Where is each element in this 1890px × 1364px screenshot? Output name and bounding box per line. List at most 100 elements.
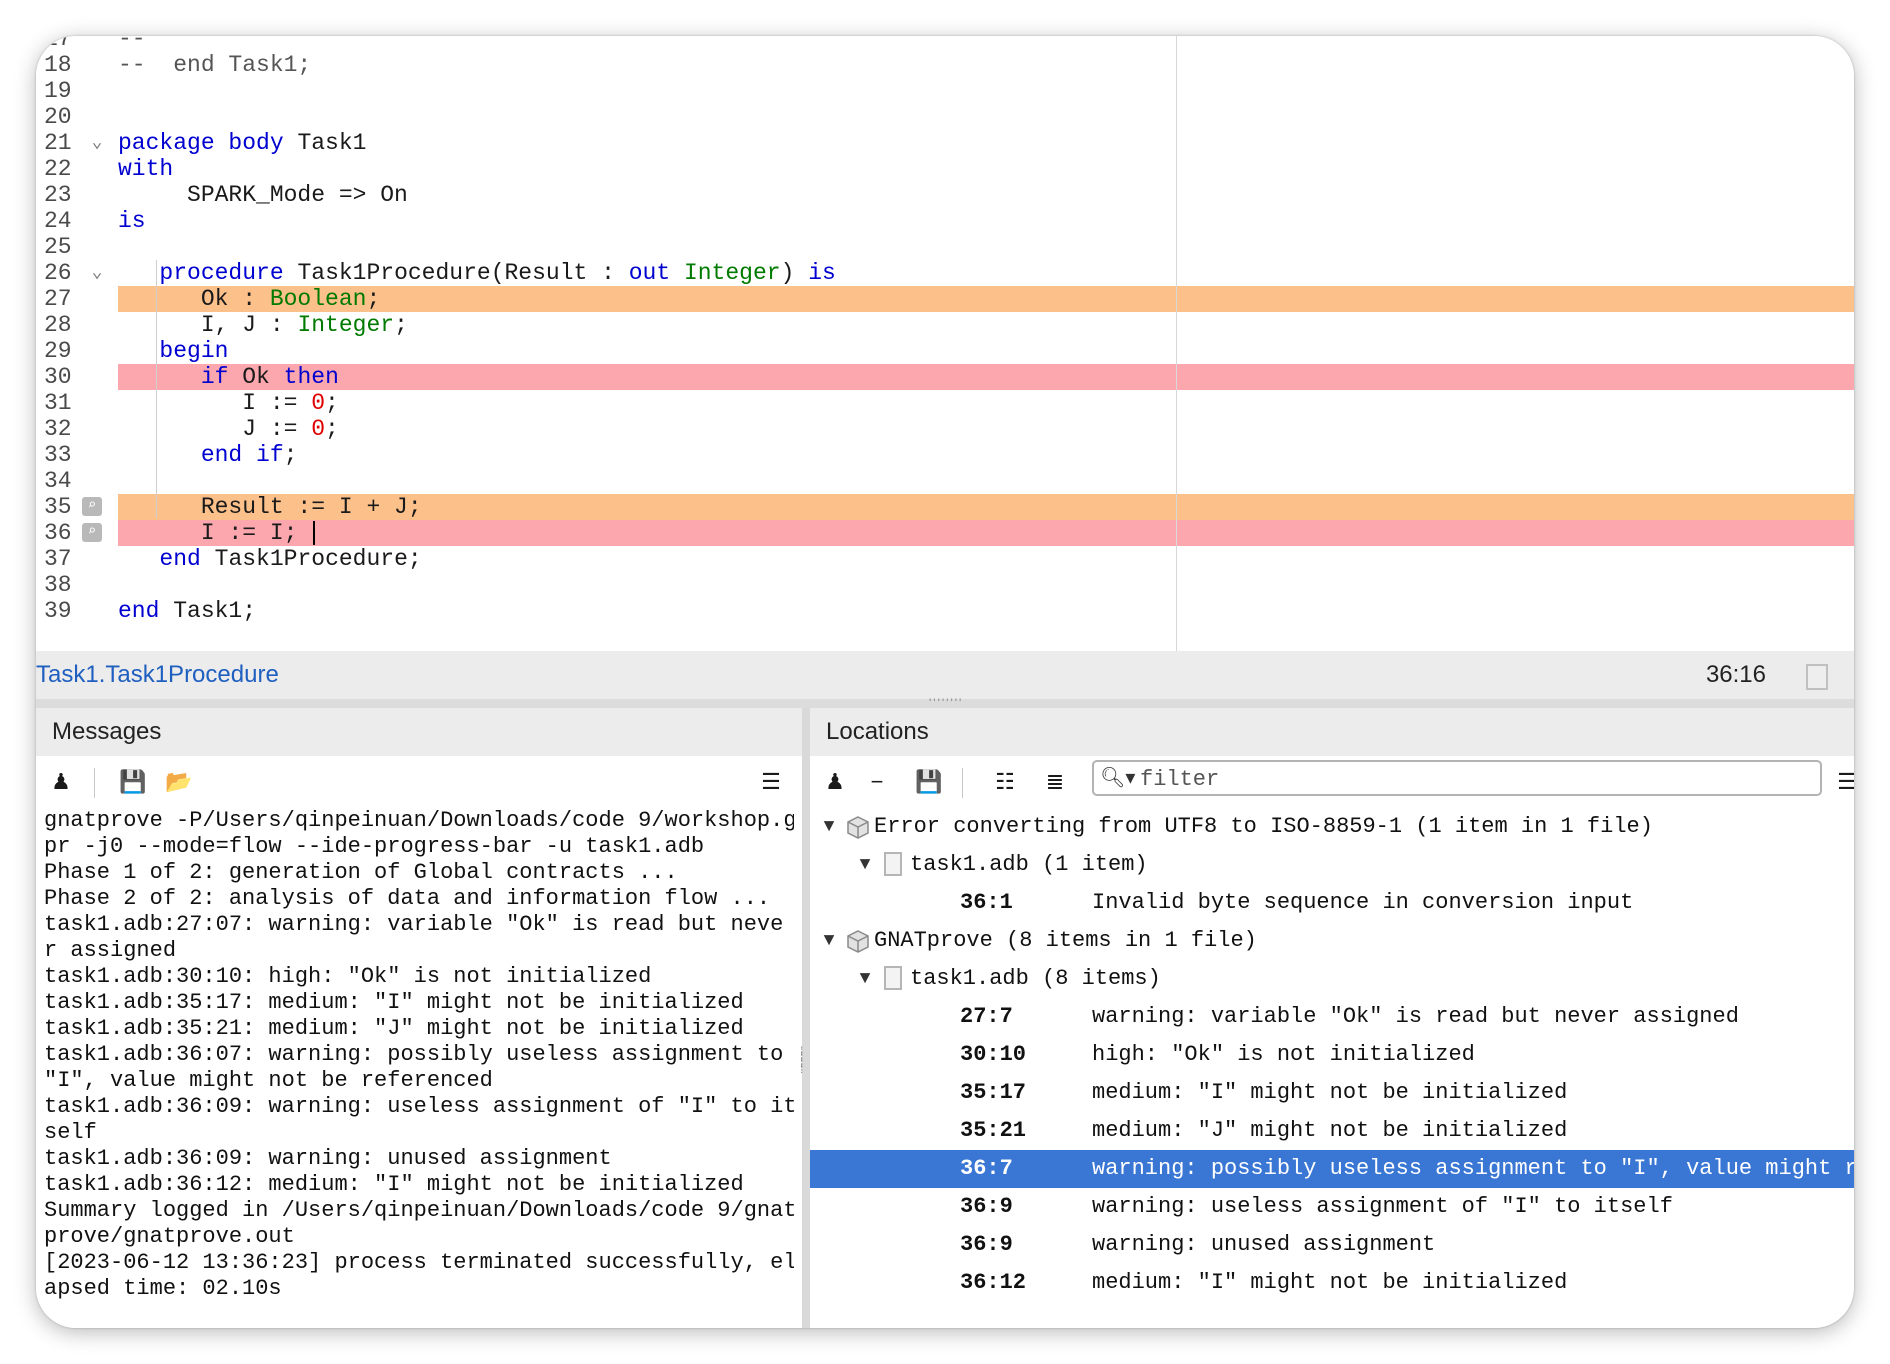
expand-triangle-icon[interactable]: ▼ — [818, 922, 840, 960]
code-line[interactable]: 38 — [36, 572, 1854, 598]
message-line[interactable]: self — [36, 1120, 794, 1146]
message-line[interactable]: task1.adb:36:09: warning: unused assignm… — [36, 1146, 794, 1172]
messages-toolbar: ♟ 💾 📂 ☰ — [36, 756, 802, 808]
location-message: Invalid byte sequence in conversion inpu… — [1092, 890, 1634, 915]
remove-icon[interactable]: − — [862, 768, 892, 796]
vertical-splitter[interactable]: ⁞ ⁞ ⁞ ⁞ — [800, 708, 810, 1328]
code-line[interactable]: 19 — [36, 78, 1854, 104]
menu-icon[interactable]: ☰ — [1832, 768, 1854, 796]
message-line[interactable]: gnatprove -P/Users/qinpeinuan/Downloads/… — [36, 808, 794, 834]
code-line[interactable]: 34 — [36, 468, 1854, 494]
code-line[interactable]: 36 ⌕ I := I; — [36, 520, 1854, 546]
message-line[interactable]: task1.adb:30:10: high: "Ok" is not initi… — [36, 964, 794, 990]
expand-triangle-icon[interactable]: ▼ — [818, 808, 840, 846]
code-line[interactable]: 35 ⌕ Result := I + J; — [36, 494, 1854, 520]
message-line[interactable]: r assigned — [36, 938, 794, 964]
message-line[interactable]: apsed time: 02.10s — [36, 1276, 794, 1302]
locations-panel-header: Locations — [810, 708, 1854, 756]
line-number: 38 — [44, 572, 72, 598]
message-line[interactable]: "I", value might not be referenced — [36, 1068, 794, 1094]
messages-output[interactable]: gnatprove -P/Users/qinpeinuan/Downloads/… — [36, 808, 794, 1328]
location-item[interactable]: 30:10 high: "Ok" is not initialized — [810, 1036, 1854, 1074]
fold-chevron-icon[interactable]: ⌄ — [84, 130, 110, 156]
location-item[interactable]: 36:1 Invalid byte sequence in conversion … — [810, 884, 1854, 922]
category-row[interactable]: ▼ GNATprove (8 items in 1 file) — [810, 922, 1854, 960]
category-row[interactable]: ▼ Error converting from UTF8 to ISO-8859-… — [810, 808, 1854, 846]
code-text: begin — [159, 338, 229, 364]
gutter-info-icon[interactable]: ⌕ — [82, 497, 102, 516]
expand-all-icon[interactable]: ☷ — [990, 768, 1020, 796]
clear-broom-icon[interactable]: ♟ — [820, 768, 850, 796]
code-text: if Ok then — [200, 364, 339, 390]
line-number: 28 — [44, 312, 72, 338]
location-item[interactable]: 36:9 warning: useless assignment of "I" t… — [810, 1188, 1854, 1226]
message-line[interactable]: prove/gnatprove.out — [36, 1224, 794, 1250]
code-line[interactable]: 39 end Task1; — [36, 598, 1854, 624]
expand-triangle-icon[interactable]: ▼ — [854, 846, 876, 884]
message-line[interactable]: [2023-06-12 13:36:23] process terminated… — [36, 1250, 794, 1276]
code-line[interactable]: 21 ⌄ package body Task1 — [36, 130, 1854, 156]
document-icon[interactable] — [1806, 664, 1828, 690]
gutter-info-icon[interactable]: ⌕ — [82, 523, 102, 542]
message-line[interactable]: Phase 1 of 2: generation of Global contr… — [36, 860, 794, 886]
message-line[interactable]: Phase 2 of 2: analysis of data and infor… — [36, 886, 794, 912]
open-folder-icon[interactable]: 📂 — [164, 768, 194, 796]
filter-input[interactable] — [1138, 764, 1812, 794]
code-text: end if; — [200, 442, 298, 468]
file-row[interactable]: ▼ task1.adb (8 items) — [810, 960, 1854, 998]
message-line[interactable]: task1.adb:35:21: medium: "J" might not b… — [36, 1016, 794, 1042]
line-number: 34 — [44, 468, 72, 494]
category-label: GNATprove (8 items in 1 file) — [874, 928, 1257, 953]
code-text: -- — [118, 36, 146, 52]
messages-title: Messages — [52, 718, 162, 745]
code-line[interactable]: 22 with — [36, 156, 1854, 182]
message-line[interactable]: task1.adb:35:17: medium: "I" might not b… — [36, 990, 794, 1016]
message-line[interactable]: pr -j0 --mode=flow --ide-progress-bar -u… — [36, 834, 794, 860]
code-line[interactable]: 28 I, J : Integer; — [36, 312, 1854, 338]
code-line[interactable]: 29 begin — [36, 338, 1854, 364]
location-item[interactable]: 36:12 medium: "I" might not be initialize… — [810, 1264, 1854, 1302]
save-icon[interactable]: 💾 — [914, 768, 944, 796]
location-item[interactable]: 27:7 warning: variable "Ok" is read but n… — [810, 998, 1854, 1036]
filter-field[interactable]: 🔍︎▾ — [1092, 760, 1822, 796]
code-line[interactable]: 24 is — [36, 208, 1854, 234]
location-item[interactable]: 35:17 medium: "I" might not be initialize… — [810, 1074, 1854, 1112]
menu-icon[interactable]: ☰ — [756, 768, 786, 796]
code-line[interactable]: 23 SPARK_Mode => On — [36, 182, 1854, 208]
code-line[interactable]: 17 -- — [36, 36, 1854, 52]
message-line[interactable]: task1.adb:36:12: medium: "I" might not b… — [36, 1172, 794, 1198]
location-message: high: "Ok" is not initialized — [1092, 1042, 1475, 1067]
code-line[interactable]: 20 — [36, 104, 1854, 130]
expand-triangle-icon[interactable]: ▼ — [854, 960, 876, 998]
location-item[interactable]: 36:7 warning: possibly useless assignment… — [810, 1150, 1854, 1188]
code-line[interactable]: 18 -- end Task1; — [36, 52, 1854, 78]
line-number: 25 — [44, 234, 72, 260]
code-line[interactable]: 25 — [36, 234, 1854, 260]
fold-chevron-icon[interactable]: ⌄ — [84, 260, 110, 286]
line-number: 24 — [44, 208, 72, 234]
category-box-icon — [846, 929, 870, 953]
collapse-all-icon[interactable]: ≣ — [1040, 768, 1070, 796]
code-line[interactable]: 33 end if; — [36, 442, 1854, 468]
location-item[interactable]: 35:21 medium: "J" might not be initialize… — [810, 1112, 1854, 1150]
horizontal-splitter[interactable]: '''''''' — [36, 697, 1854, 709]
code-line[interactable]: 26 ⌄ procedure Task1Procedure(Result : ou… — [36, 260, 1854, 286]
locations-tree[interactable]: ▼ Error converting from UTF8 to ISO-8859-… — [810, 808, 1854, 1328]
clear-broom-icon[interactable]: ♟ — [46, 768, 76, 796]
line-number: 29 — [44, 338, 72, 364]
location-coordinate: 36:12 — [960, 1270, 1027, 1295]
code-line[interactable]: 37 end Task1Procedure; — [36, 546, 1854, 572]
breadcrumb[interactable]: Task1.Task1Procedure — [36, 651, 279, 699]
message-line[interactable]: task1.adb:36:07: warning: possibly usele… — [36, 1042, 794, 1068]
code-line[interactable]: 32 J := 0; — [36, 416, 1854, 442]
message-line[interactable]: task1.adb:36:09: warning: useless assign… — [36, 1094, 794, 1120]
message-line[interactable]: task1.adb:27:07: warning: variable "Ok" … — [36, 912, 794, 938]
save-icon[interactable]: 💾 — [118, 768, 148, 796]
file-row[interactable]: ▼ task1.adb (1 item) — [810, 846, 1854, 884]
message-line[interactable]: Summary logged in /Users/qinpeinuan/Down… — [36, 1198, 794, 1224]
code-line[interactable]: 27 Ok : Boolean; — [36, 286, 1854, 312]
code-line[interactable]: 30 if Ok then — [36, 364, 1854, 390]
location-item[interactable]: 36:9 warning: unused assignment — [810, 1226, 1854, 1264]
code-editor[interactable]: 17 -- 18 -- end Task1; 19 20 21 ⌄ package body T… — [36, 36, 1854, 651]
code-line[interactable]: 31 I := 0; — [36, 390, 1854, 416]
